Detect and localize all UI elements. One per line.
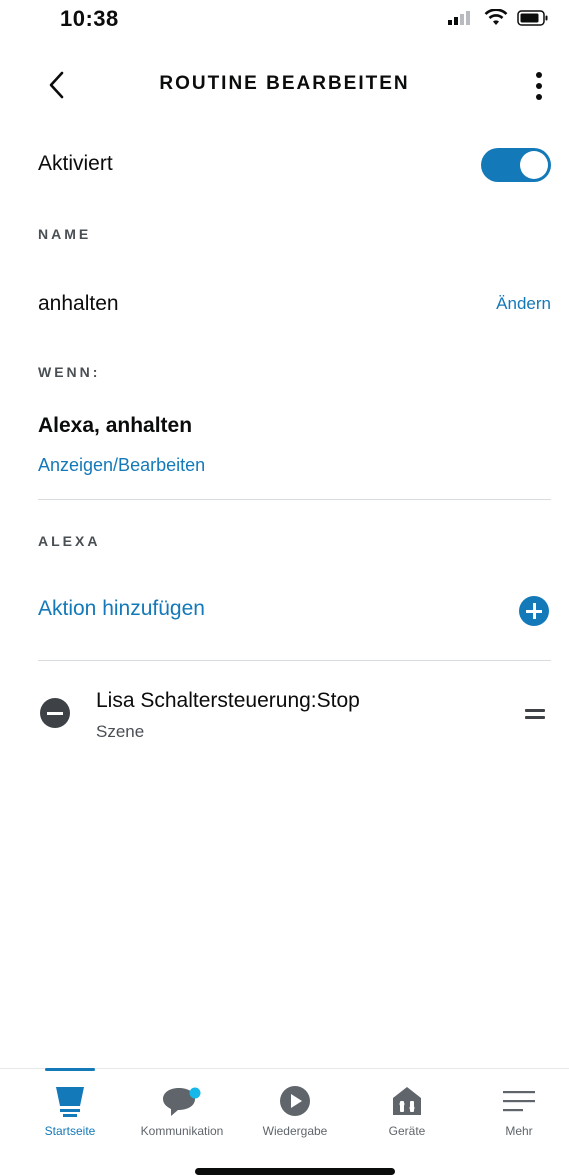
header: ROUTINE BEARBEITEN [0,60,569,110]
tab-label: Mehr [505,1124,533,1138]
battery-icon [517,10,548,26]
when-section-label: WENN: [38,364,101,380]
toggle-knob [520,151,548,179]
page-title: ROUTINE BEARBEITEN [159,73,410,94]
change-name-link[interactable]: Ändern [496,294,551,314]
drag-handle-icon[interactable] [525,707,545,721]
routine-edit-screen: 10:38 ROUTINE BEARBEITEN Aktiviert NAME … [0,0,569,1175]
chat-bubble-icon [163,1087,201,1116]
cellular-signal-icon [448,11,470,25]
active-tab-indicator [45,1068,95,1071]
remove-action-icon[interactable] [40,698,70,728]
action-title: Lisa Schaltersteuerung:Stop [96,689,360,712]
tab-geraete[interactable]: Geräte [352,1069,462,1149]
more-options-button[interactable] [523,66,555,106]
status-time: 10:38 [60,6,119,31]
home-indicator [195,1168,395,1175]
menu-icon [503,1091,535,1112]
status-icons [447,9,549,27]
alexa-section-label: ALEXA [38,533,101,549]
name-section-label: NAME [38,226,92,242]
view-edit-trigger-link[interactable]: Anzeigen/Bearbeiten [38,455,551,476]
tab-kommunikation[interactable]: Kommunikation [127,1069,237,1149]
devices-icon [393,1087,421,1115]
activated-toggle[interactable] [481,148,551,182]
bottom-tab-bar: Startseite Kommunikation Wiedergabe Gerä… [0,1068,569,1148]
add-action-plus-icon[interactable] [519,596,549,626]
tab-mehr[interactable]: Mehr [464,1069,569,1149]
home-icon [56,1087,84,1117]
play-icon [280,1086,310,1116]
vertical-dots-icon [536,72,542,100]
action-subtitle: Szene [96,722,145,741]
tab-label: Startseite [44,1124,96,1138]
tab-label: Wiedergabe [262,1124,328,1138]
tab-startseite[interactable]: Startseite [15,1068,125,1149]
tab-label: Geräte [388,1124,426,1138]
activated-label: Aktiviert [38,152,113,175]
status-bar: 10:38 [0,0,569,50]
routine-name-value: anhalten [38,292,119,315]
tab-wiedergabe[interactable]: Wiedergabe [240,1069,350,1149]
divider [38,499,551,500]
divider [38,660,551,661]
trigger-phrase: Alexa, anhalten [38,414,193,437]
add-action-link[interactable]: Aktion hinzufügen [38,597,551,621]
tab-label: Kommunikation [140,1124,224,1138]
wifi-icon [484,9,508,25]
